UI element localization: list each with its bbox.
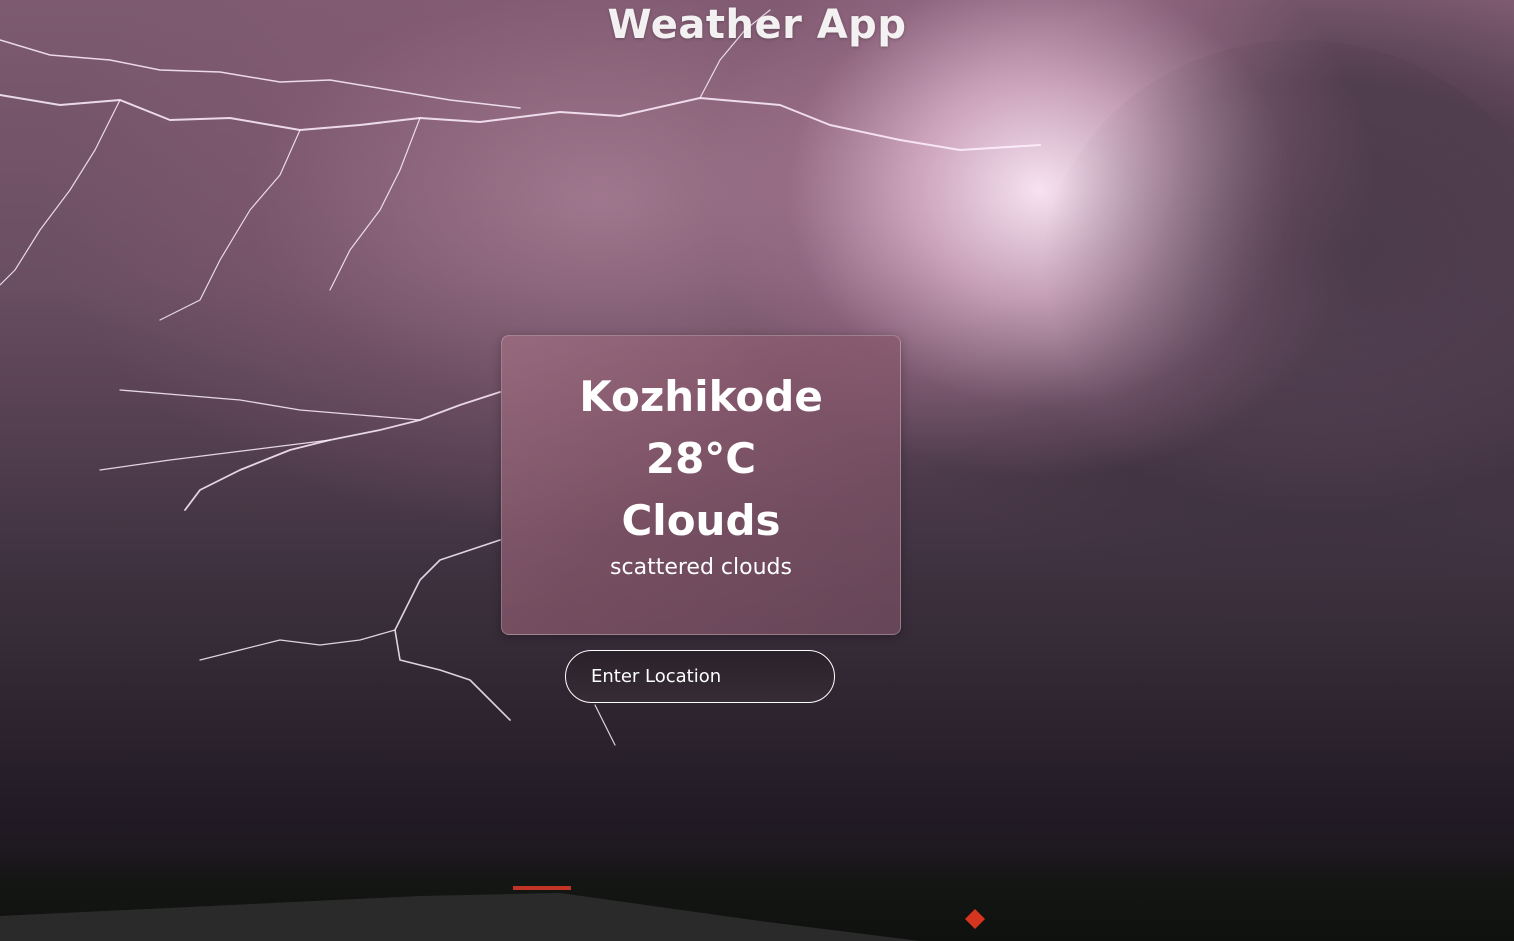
storm-cloud [1040, 40, 1514, 520]
weather-description: scattered clouds [610, 555, 792, 580]
road [0, 886, 985, 941]
city-name: Kozhikode [579, 372, 823, 421]
app-title: Weather App [607, 2, 907, 48]
temperature: 28°C [645, 434, 757, 483]
weather-app-page: Weather App Kozhikode 28°C Clouds scatte… [0, 0, 1514, 941]
weather-condition: Clouds [621, 496, 781, 545]
weather-card: Kozhikode 28°C Clouds scattered clouds [501, 335, 901, 635]
location-search-input[interactable] [565, 650, 835, 703]
